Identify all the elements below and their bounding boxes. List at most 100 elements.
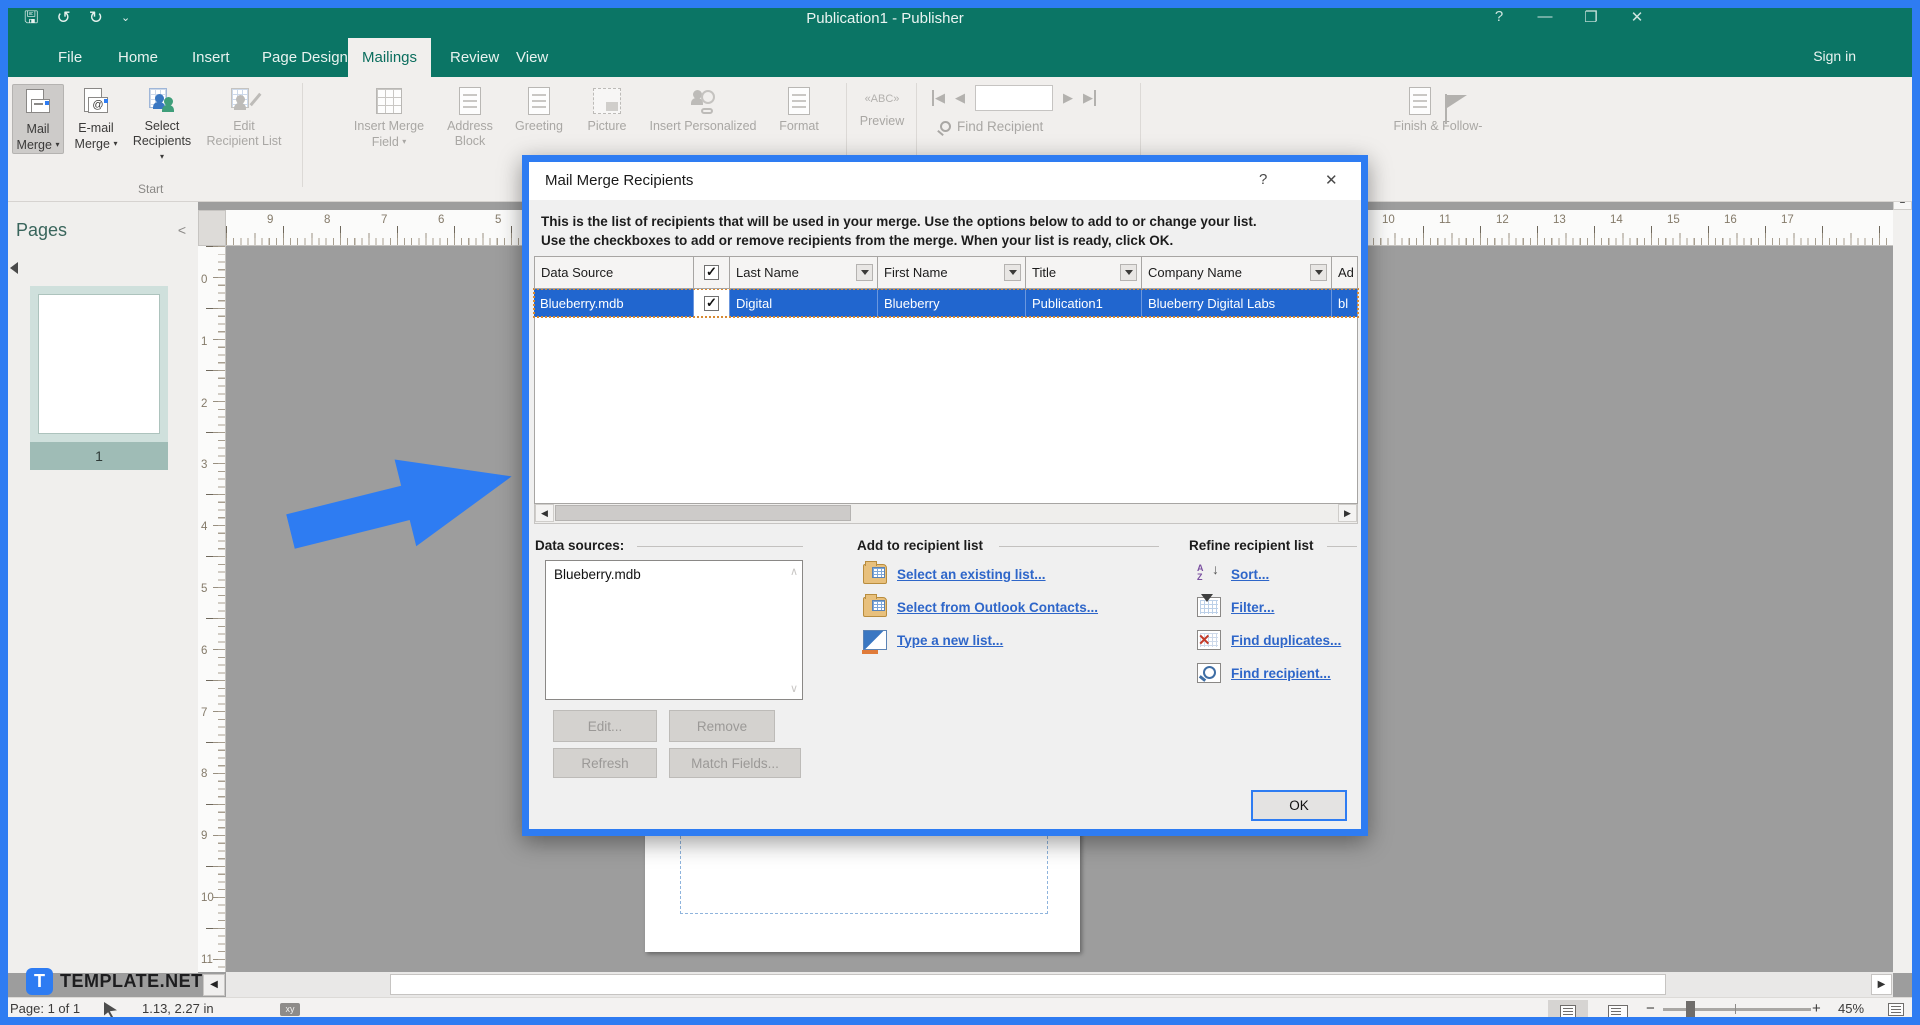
ruler-number: 5 [201, 583, 207, 595]
greeting-line-button: Greeting [508, 84, 570, 134]
fit-page-button[interactable] [1888, 1003, 1904, 1016]
tab-file[interactable]: File [44, 38, 96, 77]
annotation-arrow [278, 426, 524, 582]
dropdown-caret-icon: ▾ [113, 139, 117, 148]
finish-merge-icon [1409, 87, 1431, 115]
scroll-right-arrow-icon[interactable]: ▶ [1871, 974, 1892, 995]
zoom-slider-thumb[interactable] [1686, 1001, 1695, 1017]
greeting-line-icon [528, 87, 550, 115]
recipients-table-scrollbar[interactable]: ◀ ▶ [534, 504, 1358, 524]
email-merge-button[interactable]: @ E-mail Merge ▾ [68, 84, 124, 152]
column-header-Company Name[interactable]: Company Name [1142, 256, 1332, 289]
recipient-cell[interactable]: Digital [730, 289, 878, 317]
column-header-Ad[interactable]: Ad [1332, 256, 1358, 289]
page-indicator[interactable]: Page: 1 of 1 [10, 1001, 80, 1016]
listbox-scroll-down-icon[interactable]: ∨ [790, 682, 798, 695]
listbox-scroll-up-icon[interactable]: ∧ [790, 565, 798, 578]
type-a-new-list-link[interactable]: Type a new list... [897, 633, 1003, 648]
close-button[interactable]: ✕ [1626, 8, 1648, 26]
sort-link[interactable]: Sort... [1231, 567, 1269, 582]
save-icon[interactable]: 🖫 [24, 8, 38, 28]
remove-button: Remove [669, 710, 775, 742]
collapse-panel-button[interactable]: < [178, 222, 186, 238]
tab-insert[interactable]: Insert [178, 38, 244, 77]
recipient-cell[interactable]: Blueberry.mdb [534, 289, 694, 317]
column-header-Data Source[interactable]: Data Source [534, 256, 694, 289]
recipient-cell[interactable]: Publication1 [1026, 289, 1142, 317]
publisher-window: 🖫 ↺ ↻ ⌄ Publication1 - Publisher ? — ❐ ✕… [0, 0, 1920, 1025]
dialog-title-bar[interactable]: Mail Merge Recipients ? ✕ [529, 162, 1361, 200]
sort-dropdown-icon[interactable] [1120, 264, 1137, 281]
ok-button[interactable]: OK [1251, 790, 1347, 821]
link-row: Select an existing list... [863, 564, 1046, 584]
select-an-existing-list-link[interactable]: Select an existing list... [897, 567, 1046, 582]
sort-dropdown-icon[interactable] [1004, 264, 1021, 281]
filter-link[interactable]: Filter... [1231, 600, 1275, 615]
recipient-row[interactable]: Blueberry.mdb DigitalBlueberryPublication… [534, 289, 1358, 317]
scroll-left-arrow-icon[interactable]: ◀ [203, 974, 225, 996]
data-source-item[interactable]: Blueberry.mdb [546, 561, 802, 582]
tab-mailings[interactable]: Mailings [348, 38, 431, 77]
horizontal-scrollbar[interactable]: ▶ [226, 972, 1893, 997]
recipient-checkbox[interactable] [704, 296, 719, 311]
minimize-button[interactable]: — [1534, 8, 1556, 26]
ruler-number: 17 [1781, 214, 1794, 226]
redo-icon[interactable]: ↻ [89, 8, 103, 28]
preview-results-button: «ABC» Preview [854, 84, 910, 129]
column-header-Last Name[interactable]: Last Name [730, 256, 878, 289]
single-page-view-button[interactable] [1548, 1000, 1588, 1022]
sign-in-link[interactable]: Sign in [1813, 48, 1856, 64]
ruler-number: 3 [201, 459, 207, 471]
qat-customize-icon[interactable]: ⌄ [121, 8, 130, 28]
table-scrollbar-thumb[interactable] [555, 505, 851, 521]
zoom-out-button[interactable]: − [1646, 1000, 1655, 1017]
find-duplicates-link[interactable]: Find duplicates... [1231, 633, 1341, 648]
two-page-spread-view-button[interactable] [1598, 1000, 1638, 1022]
table-scroll-left-icon[interactable]: ◀ [535, 504, 554, 522]
sort-dropdown-icon[interactable] [856, 264, 873, 281]
vertical-scrollbar[interactable]: ▲ [1893, 190, 1912, 973]
restore-button[interactable]: ❐ [1580, 8, 1602, 26]
ruler-number: 9 [267, 214, 273, 226]
select-from-outlook-contacts-link[interactable]: Select from Outlook Contacts... [897, 600, 1098, 615]
sort-dropdown-icon[interactable] [1310, 264, 1327, 281]
recipient-cell[interactable]: bl [1332, 289, 1358, 317]
recipient-cell[interactable] [694, 289, 730, 317]
tab-view[interactable]: View [502, 38, 562, 77]
select-recipients-icon [149, 88, 175, 114]
mail-merge-button[interactable]: Mail Merge ▾ [12, 84, 64, 154]
address-block-icon [459, 87, 481, 115]
zoom-in-button[interactable]: + [1812, 1000, 1821, 1017]
tab-page-design[interactable]: Page Design [248, 38, 362, 77]
last-record-icon: ▶ [1083, 90, 1096, 106]
mail-merge-recipients-dialog: Mail Merge Recipients ? ✕ This is the li… [522, 155, 1368, 836]
undo-icon[interactable]: ↺ [56, 8, 70, 28]
select-recipients-button[interactable]: Select Recipients ▾ [130, 84, 194, 165]
horizontal-scrollbar-thumb[interactable] [390, 974, 1666, 995]
vertical-ruler[interactable]: 01234567891011 [198, 246, 226, 972]
edit-button: Edit... [553, 710, 657, 742]
tab-home[interactable]: Home [104, 38, 172, 77]
data-sources-listbox[interactable]: Blueberry.mdb ∧ ∨ [545, 560, 803, 700]
ruler-number: 6 [438, 214, 444, 226]
table-scroll-right-icon[interactable]: ▶ [1338, 504, 1357, 522]
recipient-cell[interactable]: Blueberry [878, 289, 1026, 317]
recipient-cell[interactable]: Blueberry Digital Labs [1142, 289, 1332, 317]
zoom-slider-notch [1735, 1004, 1736, 1014]
dialog-title: Mail Merge Recipients [545, 172, 693, 189]
page-thumbnail[interactable]: 1 [30, 286, 168, 470]
help-button[interactable]: ? [1488, 8, 1510, 26]
zoom-percentage[interactable]: 45% [1838, 1001, 1864, 1016]
column-header-checkbox[interactable] [694, 256, 730, 289]
dialog-help-button[interactable]: ? [1259, 171, 1267, 188]
panel-flyout-arrow-icon[interactable] [10, 262, 18, 274]
magnifier-icon [940, 121, 951, 132]
dialog-close-button[interactable]: ✕ [1325, 171, 1338, 189]
column-header-First Name[interactable]: First Name [878, 256, 1026, 289]
select-all-checkbox[interactable] [704, 265, 719, 280]
ruler-number: 12 [1496, 214, 1509, 226]
record-number-field[interactable] [975, 85, 1053, 111]
cursor-position-icon [104, 1002, 117, 1017]
column-header-Title[interactable]: Title [1026, 256, 1142, 289]
find-recipient-link[interactable]: Find recipient... [1231, 666, 1331, 681]
